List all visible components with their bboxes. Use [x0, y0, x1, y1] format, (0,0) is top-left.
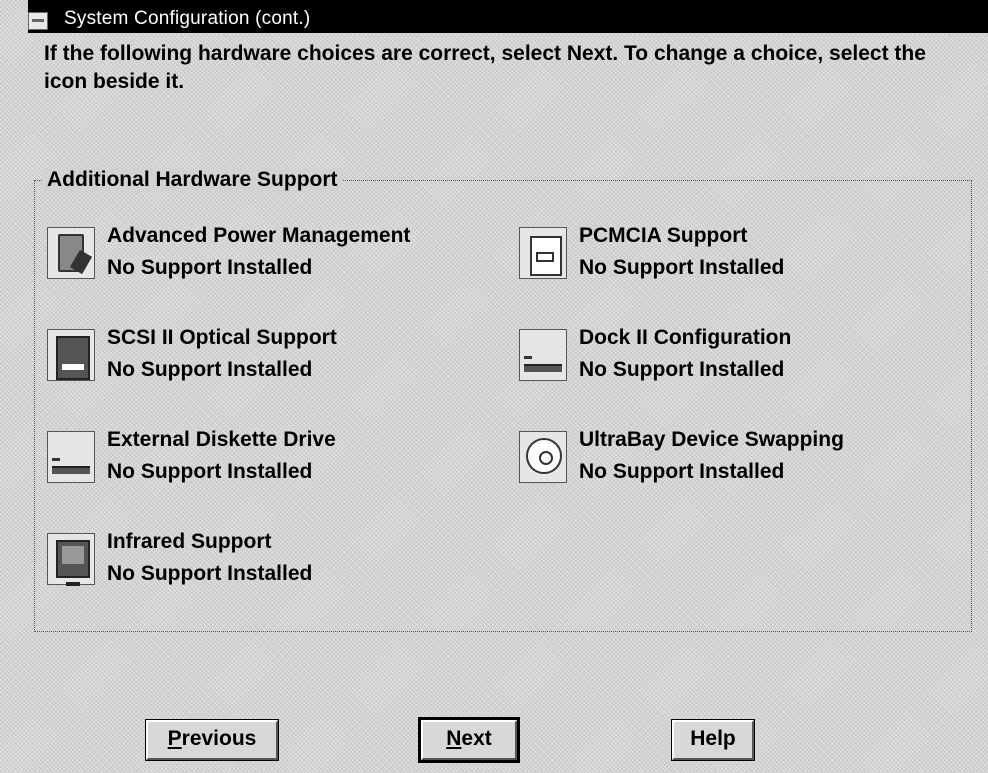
- hardware-item-label: External Diskette Drive: [107, 428, 336, 451]
- hardware-item-label: Advanced Power Management: [107, 224, 411, 247]
- hardware-item-status: No Support Installed: [579, 460, 785, 483]
- help-button[interactable]: Help: [671, 719, 755, 761]
- hardware-item-status: No Support Installed: [107, 460, 313, 483]
- group-label: Additional Hardware Support: [43, 168, 342, 192]
- hardware-item-power: Advanced Power Management No Support Ins…: [47, 224, 467, 297]
- system-menu-icon[interactable]: [28, 12, 48, 30]
- next-mnemonic: N: [446, 727, 462, 750]
- window-title: System Configuration (cont.): [64, 8, 311, 29]
- title-bar[interactable]: System Configuration (cont.): [28, 0, 988, 33]
- hardware-item-scsi: SCSI II Optical Support No Support Insta…: [47, 326, 467, 399]
- hardware-item-label: PCMCIA Support: [579, 224, 748, 247]
- hardware-item-pcmcia: PCMCIA Support No Support Installed: [519, 224, 939, 297]
- infrared-icon[interactable]: [47, 533, 95, 586]
- hardware-support-group: Additional Hardware Support Advanced Pow…: [34, 168, 972, 632]
- dock-icon[interactable]: [519, 329, 567, 381]
- hardware-item-label: Dock II Configuration: [579, 326, 792, 349]
- hardware-item-diskette: External Diskette Drive No Support Insta…: [47, 428, 467, 501]
- diskette-drive-icon[interactable]: [47, 431, 95, 483]
- instructions-text: If the following hardware choices are co…: [44, 42, 926, 93]
- hardware-item-status: No Support Installed: [107, 358, 313, 381]
- previous-button[interactable]: Previous: [145, 719, 279, 761]
- next-button[interactable]: Next: [418, 717, 520, 763]
- hardware-item-label: UltraBay Device Swapping: [579, 428, 844, 451]
- hardware-item-status: No Support Installed: [579, 256, 785, 279]
- hardware-item-status: No Support Installed: [107, 256, 313, 279]
- optical-drive-icon[interactable]: [47, 329, 95, 381]
- cd-drive-icon[interactable]: [519, 431, 567, 483]
- hardware-item-status: No Support Installed: [579, 358, 785, 381]
- hardware-item-infrared: Infrared Support No Support Installed: [47, 530, 467, 603]
- hardware-item-label: SCSI II Optical Support: [107, 326, 337, 349]
- previous-mnemonic: P: [167, 727, 182, 750]
- hardware-item-ultrabay: UltraBay Device Swapping No Support Inst…: [519, 428, 939, 501]
- hardware-item-status: No Support Installed: [107, 562, 313, 585]
- hardware-item-label: Infrared Support: [107, 530, 272, 553]
- pcmcia-card-icon[interactable]: [519, 227, 567, 279]
- previous-button-label: revious: [181, 727, 257, 750]
- next-button-label: ext: [461, 727, 492, 750]
- power-management-icon[interactable]: [47, 227, 95, 279]
- hardware-item-dock: Dock II Configuration No Support Install…: [519, 326, 939, 399]
